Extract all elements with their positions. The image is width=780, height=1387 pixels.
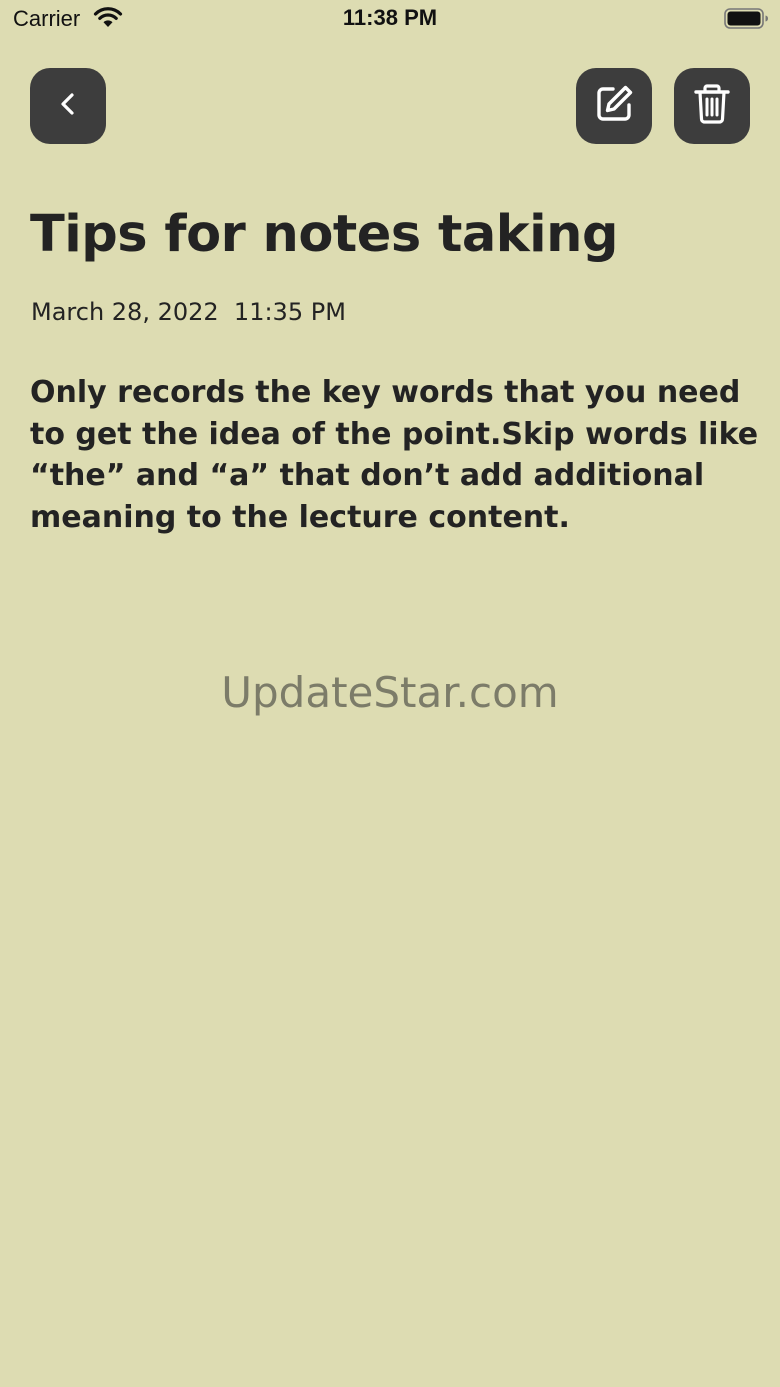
- delete-button[interactable]: [674, 68, 750, 144]
- status-bar: Carrier 11:38 PM: [0, 0, 780, 40]
- note-date: March 28, 2022 11:35 PM: [31, 298, 346, 326]
- note-body: Only records the key words that you need…: [30, 375, 759, 535]
- back-button[interactable]: [30, 68, 106, 144]
- watermark: UpdateStar.com: [221, 668, 559, 717]
- chevron-left-icon: [53, 89, 83, 123]
- note-title: Tips for notes taking: [30, 205, 618, 264]
- trash-icon: [690, 82, 734, 130]
- status-time: 11:38 PM: [342, 5, 438, 30]
- edit-icon: [592, 82, 636, 130]
- edit-button[interactable]: [576, 68, 652, 144]
- battery-icon: [724, 8, 770, 34]
